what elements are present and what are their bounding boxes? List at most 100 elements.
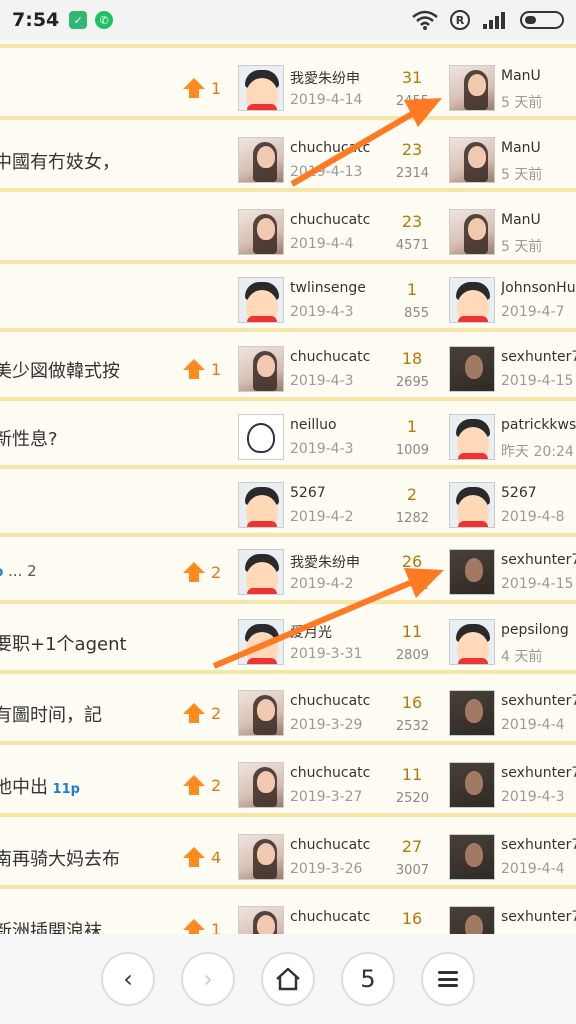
poster-avatar[interactable] xyxy=(238,137,284,183)
last-poster-avatar[interactable] xyxy=(449,906,495,934)
thread-row[interactable]: 新性息? neilluo 2019-4-3 1 1009 patrickkws 昨天 20:… xyxy=(0,405,576,469)
arrow-up-icon xyxy=(183,775,205,795)
poster-avatar[interactable] xyxy=(238,834,284,880)
last-poster-name[interactable]: ManU xyxy=(501,212,576,228)
thread-title[interactable]: 新洲插開浪袜 xyxy=(0,917,102,934)
thread-row[interactable]: 有圖时间，記 2 chuchucatcat 2019-3-29 16 2532 sexhun… xyxy=(0,681,576,745)
last-poster-avatar[interactable] xyxy=(449,482,495,528)
thread-title[interactable]: 中國有冇妓女， xyxy=(0,148,120,174)
last-poster-name[interactable]: pepsilong xyxy=(501,622,576,638)
last-poster-name[interactable]: ManU xyxy=(501,68,576,84)
poster-name[interactable]: chuchucatcat xyxy=(290,837,370,853)
last-poster-avatar[interactable] xyxy=(449,619,495,665)
thread-row[interactable]: 5267 2019-4-2 2 1282 5267 2019-4-8 xyxy=(0,473,576,537)
thread-title[interactable]: 要职+1个agent xyxy=(0,630,127,656)
last-poster-avatar[interactable] xyxy=(449,137,495,183)
last-poster-name[interactable]: sexhunter7 xyxy=(501,693,576,709)
poster-name[interactable]: chuchucatcat xyxy=(290,212,370,228)
poster-name[interactable]: 我愛朱纷申 xyxy=(290,552,370,572)
poster-name[interactable]: neilluo xyxy=(290,417,370,433)
thread-row[interactable]: 南再骑大妈去布 4 chuchucatcat 2019-3-26 27 3007 sexhu… xyxy=(0,825,576,889)
upvote-count: 1 xyxy=(211,359,222,379)
reply-count: 16 xyxy=(401,909,423,928)
last-poster-name[interactable]: sexhunter7 xyxy=(501,765,576,781)
tabs-button[interactable]: 5 xyxy=(341,952,395,1006)
thread-title[interactable]: 新性息? xyxy=(0,425,58,451)
post-date: 2019-3-27 xyxy=(290,789,363,805)
thread-title[interactable]: 南再骑大妈去布 xyxy=(0,845,120,871)
last-post-date: 昨天 20:24 xyxy=(501,444,574,460)
poster-name[interactable]: chuchucatcat xyxy=(290,909,370,925)
thread-title[interactable]: 美少図做韓式按 xyxy=(0,357,120,383)
thread-title[interactable]: 有圖时间，記 xyxy=(0,701,102,727)
post-date: 2019-3-29 xyxy=(290,717,363,733)
last-poster-avatar[interactable] xyxy=(449,834,495,880)
poster-name[interactable]: chuchucatcat xyxy=(290,765,370,781)
last-post-date: 4 天前 xyxy=(501,649,543,665)
poster-name[interactable]: 5267 xyxy=(290,485,370,501)
poster-name[interactable]: chuchucatcat xyxy=(290,693,370,709)
thread-title[interactable]: p ... 2 xyxy=(0,560,37,581)
last-poster-name[interactable]: patrickkws xyxy=(501,417,576,433)
last-poster-avatar[interactable] xyxy=(449,346,495,392)
thread-row[interactable]: 1 我愛朱纷申 2019-4-14 31 2455 ManU 5 天前 xyxy=(0,56,576,120)
back-button[interactable]: ‹ xyxy=(101,952,155,1006)
last-poster-name[interactable]: sexhunter7 xyxy=(501,909,576,925)
home-button[interactable] xyxy=(261,952,315,1006)
thread-page-links[interactable]: ... 2 xyxy=(3,562,37,580)
thread-title[interactable]: 他中出 11p xyxy=(0,773,80,799)
thread-upvote: 4 xyxy=(183,847,221,867)
thread-row[interactable]: 中國有冇妓女， chuchucatcat 2019-4-13 23 2314 ManU 5 … xyxy=(0,128,576,192)
reply-count: 31 xyxy=(401,68,423,87)
thread-row-partial[interactable] xyxy=(0,40,576,48)
last-poster-avatar[interactable] xyxy=(449,65,495,111)
last-poster-name[interactable]: sexhunter7 xyxy=(501,552,576,568)
last-poster-avatar[interactable] xyxy=(449,762,495,808)
poster-name[interactable]: chuchucatcat xyxy=(290,349,370,365)
thread-title-tag: 11p xyxy=(48,782,80,797)
poster-avatar[interactable] xyxy=(238,65,284,111)
last-poster-avatar[interactable] xyxy=(449,209,495,255)
thread-row[interactable]: 美少図做韓式按 1 chuchucatcat 2019-4-3 18 2695 sexhun… xyxy=(0,337,576,401)
thread-row[interactable]: 他中出 11p 2 chuchucatcat 2019-3-27 11 2520 sexhu… xyxy=(0,753,576,817)
forward-button[interactable]: › xyxy=(181,952,235,1006)
poster-avatar[interactable] xyxy=(238,482,284,528)
last-poster-name[interactable]: sexhunter7 xyxy=(501,349,576,365)
upvote-count: 1 xyxy=(211,919,222,935)
last-poster-avatar[interactable] xyxy=(449,277,495,323)
thread-row[interactable]: chuchucatcat 2019-4-4 23 4571 ManU 5 天前 xyxy=(0,200,576,264)
poster-avatar[interactable] xyxy=(238,414,284,460)
chevron-right-icon: › xyxy=(203,965,213,993)
upvote-count: 2 xyxy=(211,703,222,723)
poster-avatar[interactable] xyxy=(238,346,284,392)
poster-avatar[interactable] xyxy=(238,762,284,808)
upvote-count: 4 xyxy=(211,847,222,867)
last-post-date: 2019-4-4 xyxy=(501,861,565,877)
last-poster-name[interactable]: JohnsonHu xyxy=(501,280,576,296)
thread-row[interactable]: p ... 2 2 我愛朱纷申 2019-4-2 26 2 sexhunter7 2019-4… xyxy=(0,540,576,604)
last-poster-avatar[interactable] xyxy=(449,690,495,736)
poster-avatar[interactable] xyxy=(238,549,284,595)
thread-row[interactable]: twlinsenge 2019-4-3 1 855 JohnsonHu 2019-4-7 xyxy=(0,268,576,332)
poster-avatar[interactable] xyxy=(238,619,284,665)
poster-avatar[interactable] xyxy=(238,277,284,323)
last-poster-name[interactable]: sexhunter7 xyxy=(501,837,576,853)
poster-name[interactable]: 爱月光 xyxy=(290,622,370,642)
last-poster-avatar[interactable] xyxy=(449,414,495,460)
last-post-date: 2019-4-4 xyxy=(501,717,565,733)
poster-avatar[interactable] xyxy=(238,690,284,736)
reply-count: 16 xyxy=(401,693,423,712)
last-poster-name[interactable]: 5267 xyxy=(501,485,576,501)
poster-avatar[interactable] xyxy=(238,906,284,934)
poster-avatar[interactable] xyxy=(238,209,284,255)
arrow-up-icon xyxy=(183,562,205,582)
thread-row[interactable]: 要职+1个agent 爱月光 2019-3-31 11 2809 pepsilong 4 天… xyxy=(0,610,576,674)
last-poster-avatar[interactable] xyxy=(449,549,495,595)
poster-name[interactable]: twlinsenge xyxy=(290,280,370,296)
menu-button[interactable] xyxy=(421,952,475,1006)
poster-name[interactable]: 我愛朱纷申 xyxy=(290,68,370,88)
last-poster-name[interactable]: ManU xyxy=(501,140,576,156)
poster-name[interactable]: chuchucatcat xyxy=(290,140,370,156)
signal-icon xyxy=(483,12,505,29)
thread-row[interactable]: 新洲插開浪袜1chuchucatcat2019-3-22162773sexhun… xyxy=(0,897,576,934)
